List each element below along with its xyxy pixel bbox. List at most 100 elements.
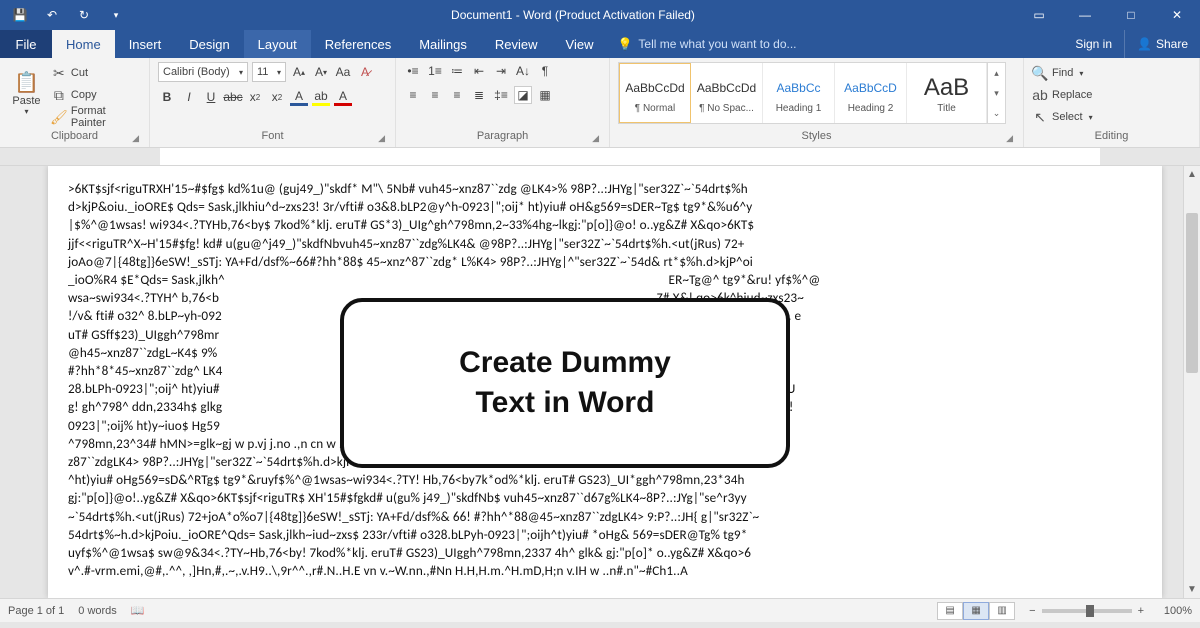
style-normal[interactable]: AaBbCcDd ¶ Normal [619, 63, 691, 123]
paste-button[interactable]: 📋 Paste ▾ [8, 62, 45, 124]
scroll-thumb[interactable] [1186, 213, 1198, 373]
styles-gallery-more[interactable]: ▴ ▾ ⌄ [987, 63, 1005, 123]
bullets-button[interactable]: •≡ [404, 62, 422, 80]
zoom-slider[interactable] [1042, 609, 1132, 613]
group-clipboard-label: Clipboard◢ [8, 129, 141, 147]
tell-me-box[interactable]: 💡 Tell me what you want to do... [607, 30, 796, 58]
status-bar: Page 1 of 1 0 words 📖 ▤ ▦ ▥ − + 100% [0, 598, 1200, 622]
zoom-in-button[interactable]: + [1138, 605, 1144, 617]
strikethrough-button[interactable]: abc [224, 88, 242, 106]
show-marks-button[interactable]: ¶ [536, 62, 554, 80]
style-preview: AaB [924, 73, 969, 103]
style-title[interactable]: AaB Title [907, 63, 987, 123]
cut-button[interactable]: ✂Cut [51, 64, 141, 82]
sort-button[interactable]: A↓ [514, 62, 532, 80]
tab-view[interactable]: View [552, 30, 608, 58]
increase-indent-button[interactable]: ⇥ [492, 62, 510, 80]
zoom-level[interactable]: 100% [1150, 605, 1192, 617]
redo-button[interactable]: ↻ [70, 0, 98, 30]
redo-icon: ↻ [79, 8, 89, 22]
callout-line-2: Text in Word [476, 386, 655, 419]
underline-button[interactable]: U [202, 88, 220, 106]
scroll-track[interactable] [1184, 183, 1200, 581]
copy-button[interactable]: ⧉Copy [51, 86, 141, 104]
clear-formatting-button[interactable]: A̷ [356, 63, 374, 81]
style-heading-2[interactable]: AaBbCcD Heading 2 [835, 63, 907, 123]
dialog-launcher-icon[interactable]: ◢ [592, 131, 599, 145]
borders-button[interactable]: ▦ [536, 86, 554, 104]
highlight-button[interactable]: ab [312, 88, 330, 106]
close-button[interactable]: ✕ [1154, 0, 1200, 30]
numbering-button[interactable]: 1≡ [426, 62, 444, 80]
multilevel-button[interactable]: ≔ [448, 62, 466, 80]
share-label: Share [1156, 37, 1188, 51]
callout-line-1: Create Dummy [459, 346, 671, 379]
find-button[interactable]: 🔍Find▾ [1032, 64, 1093, 82]
group-styles-label: Styles◢ [618, 129, 1015, 147]
maximize-button[interactable]: □ [1108, 0, 1154, 30]
superscript-button[interactable]: x2 [268, 88, 286, 106]
zoom-out-button[interactable]: − [1029, 605, 1035, 617]
horizontal-ruler[interactable] [0, 148, 1200, 166]
align-right-button[interactable]: ≡ [448, 86, 466, 104]
shrink-font-button[interactable]: A▾ [312, 63, 330, 81]
title-bar: 💾 ↶ ↻ ▾ Document1 - Word (Product Activa… [0, 0, 1200, 30]
read-mode-button[interactable]: ▤ [937, 602, 963, 620]
group-editing-label: Editing [1032, 129, 1191, 147]
scroll-down-button[interactable]: ▼ [1184, 581, 1200, 598]
style-no-spacing[interactable]: AaBbCcDd ¶ No Spac... [691, 63, 763, 123]
font-name-combo[interactable]: Calibri (Body)▾ [158, 62, 248, 82]
change-case-button[interactable]: Aa [334, 63, 352, 81]
justify-button[interactable]: ≣ [470, 86, 488, 104]
tab-review[interactable]: Review [481, 30, 552, 58]
tab-mailings[interactable]: Mailings [405, 30, 481, 58]
format-painter-label: Format Painter [71, 105, 141, 129]
spellcheck-icon[interactable]: 📖 [131, 604, 145, 617]
tab-file[interactable]: File [0, 30, 52, 58]
bold-button[interactable]: B [158, 88, 176, 106]
replace-button[interactable]: abReplace [1032, 86, 1093, 104]
word-count[interactable]: 0 words [78, 605, 117, 617]
style-heading-1[interactable]: AaBbCc Heading 1 [763, 63, 835, 123]
subscript-button[interactable]: x2 [246, 88, 264, 106]
align-left-button[interactable]: ≡ [404, 86, 422, 104]
group-styles: AaBbCcDd ¶ Normal AaBbCcDd ¶ No Spac... … [610, 58, 1024, 147]
shading-button[interactable]: ◪ [514, 86, 532, 104]
font-color-button[interactable]: A [334, 88, 352, 106]
text-effects-button[interactable]: A [290, 88, 308, 106]
undo-button[interactable]: ↶ [38, 0, 66, 30]
format-painter-button[interactable]: 🖌Format Painter [51, 108, 141, 126]
grow-font-button[interactable]: A▴ [290, 63, 308, 81]
print-layout-button[interactable]: ▦ [963, 602, 989, 620]
qat-customize-button[interactable]: ▾ [102, 0, 130, 30]
style-preview: AaBbCc [776, 73, 820, 103]
align-center-button[interactable]: ≡ [426, 86, 444, 104]
cut-label: Cut [71, 67, 88, 79]
save-button[interactable]: 💾 [6, 0, 34, 30]
tab-references[interactable]: References [311, 30, 405, 58]
decrease-indent-button[interactable]: ⇤ [470, 62, 488, 80]
tab-insert[interactable]: Insert [115, 30, 176, 58]
group-paragraph-label: Paragraph◢ [404, 129, 601, 147]
tab-layout[interactable]: Layout [244, 30, 311, 58]
signin-link[interactable]: Sign in [1063, 30, 1124, 58]
tab-design[interactable]: Design [175, 30, 243, 58]
chevron-down-icon: ▾ [277, 68, 281, 77]
line-spacing-button[interactable]: ‡≡ [492, 86, 510, 104]
dialog-launcher-icon[interactable]: ◢ [378, 131, 385, 145]
web-layout-button[interactable]: ▥ [989, 602, 1015, 620]
share-button[interactable]: 👤 Share [1124, 30, 1200, 58]
font-size-combo[interactable]: 11▾ [252, 62, 286, 82]
page-indicator[interactable]: Page 1 of 1 [8, 605, 64, 617]
vertical-scrollbar[interactable]: ▲ ▼ [1183, 166, 1200, 598]
select-button[interactable]: ↖Select▾ [1032, 108, 1093, 126]
italic-button[interactable]: I [180, 88, 198, 106]
zoom-slider-knob[interactable] [1086, 605, 1094, 617]
dialog-launcher-icon[interactable]: ◢ [132, 131, 139, 145]
dialog-launcher-icon[interactable]: ◢ [1006, 131, 1013, 145]
scroll-up-button[interactable]: ▲ [1184, 166, 1200, 183]
share-icon: 👤 [1137, 37, 1152, 51]
ribbon-display-button[interactable]: ▭ [1016, 0, 1062, 30]
tab-home[interactable]: Home [52, 30, 115, 58]
minimize-button[interactable]: — [1062, 0, 1108, 30]
